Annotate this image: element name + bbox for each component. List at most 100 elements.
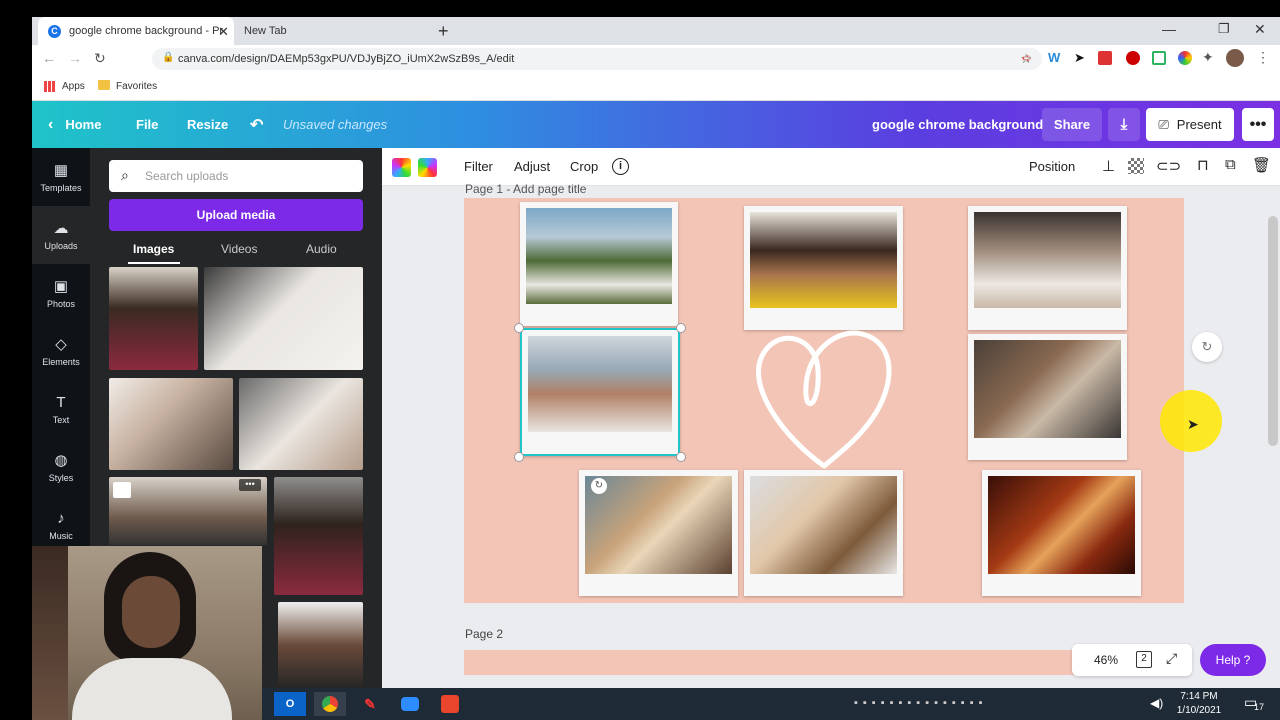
bookmark-favorites[interactable]: Favorites bbox=[116, 81, 157, 92]
minimize-icon[interactable]: — bbox=[1162, 21, 1176, 37]
camtasia-icon[interactable] bbox=[434, 692, 466, 716]
chrome-taskbar-icon[interactable] bbox=[314, 692, 346, 716]
pin-app-icon[interactable]: ✎ bbox=[354, 692, 386, 716]
crop-button[interactable]: Crop bbox=[570, 159, 598, 174]
select-checkbox[interactable] bbox=[113, 482, 131, 498]
transparency-icon[interactable] bbox=[1128, 158, 1144, 174]
extension-color-icon[interactable] bbox=[1178, 51, 1192, 65]
duplicate-icon[interactable]: ⧉ bbox=[1225, 156, 1236, 173]
lock-icon[interactable]: ⊓ bbox=[1197, 156, 1209, 174]
polaroid-frame-selected[interactable] bbox=[520, 328, 680, 456]
share-button[interactable]: Share bbox=[1042, 108, 1102, 141]
home-button[interactable]: ‹ Home bbox=[48, 101, 101, 148]
browser-tab-active[interactable]: C google chrome background - Pr ✕ bbox=[38, 17, 234, 45]
mouse-pointer-icon: ➤ bbox=[1187, 416, 1199, 432]
extension-cursor-icon[interactable]: ➤ bbox=[1074, 50, 1085, 66]
upload-thumbnail[interactable] bbox=[109, 267, 198, 370]
sidebar-item-photos[interactable]: ▣ Photos bbox=[32, 264, 90, 322]
restore-icon[interactable]: ❐ bbox=[1218, 21, 1230, 37]
back-arrow-icon[interactable]: ← bbox=[42, 50, 56, 66]
extension-arrow-icon[interactable]: ➪ bbox=[1022, 51, 1032, 65]
extension-red-icon[interactable] bbox=[1126, 51, 1140, 65]
sidebar-item-text[interactable]: T Text bbox=[32, 380, 90, 438]
upload-media-button[interactable]: Upload media bbox=[109, 199, 363, 231]
reload-icon[interactable]: ↻ bbox=[94, 50, 106, 67]
sidebar-item-templates[interactable]: ▦ Templates bbox=[32, 148, 90, 206]
upload-thumbnail[interactable] bbox=[278, 602, 363, 688]
system-tray-icons[interactable]: ▪▪▪▪▪▪▪▪▪▪▪▪▪▪▪ bbox=[854, 697, 988, 709]
thumbnail-more-icon[interactable]: ••• bbox=[239, 479, 261, 491]
url-field[interactable]: 🔒 canva.com/design/DAEMp53gxPU/VDJyBjZO_… bbox=[152, 48, 1042, 70]
help-button[interactable]: Help ? bbox=[1200, 644, 1266, 676]
page2-label[interactable]: Page 2 bbox=[465, 627, 503, 641]
canyon-photo bbox=[988, 476, 1135, 574]
adjust-button[interactable]: Adjust bbox=[514, 159, 550, 174]
tab-audio[interactable]: Audio bbox=[306, 242, 337, 256]
resize-handle[interactable] bbox=[514, 452, 524, 462]
polaroid-frame[interactable] bbox=[744, 470, 903, 596]
undo-icon[interactable]: ↶ bbox=[250, 101, 263, 148]
polaroid-frame[interactable] bbox=[744, 206, 903, 330]
polaroid-frame[interactable] bbox=[968, 334, 1127, 460]
vertical-scrollbar[interactable] bbox=[1268, 216, 1278, 446]
extensions-puzzle-icon[interactable]: ✦ bbox=[1202, 49, 1214, 66]
polaroid-frame[interactable] bbox=[520, 202, 678, 326]
trash-icon[interactable]: 🗑 bbox=[1252, 156, 1271, 174]
zoom-app-icon[interactable] bbox=[394, 692, 426, 716]
present-button[interactable]: ⎚ Present bbox=[1146, 108, 1234, 141]
polaroid-frame[interactable]: ↻ bbox=[579, 470, 738, 596]
volume-icon[interactable]: ◀) bbox=[1150, 696, 1163, 710]
upload-thumbnail[interactable] bbox=[274, 477, 363, 595]
more-options-icon[interactable]: ••• bbox=[1242, 108, 1274, 141]
resize-button[interactable]: Resize bbox=[187, 101, 228, 148]
fullscreen-icon[interactable]: ⤢ bbox=[1166, 650, 1177, 667]
polaroid-frame[interactable] bbox=[982, 470, 1141, 596]
clock-date[interactable]: 1/10/2021 bbox=[1174, 705, 1224, 716]
page-count-badge[interactable]: 2 bbox=[1136, 651, 1152, 668]
tab-images[interactable]: Images bbox=[133, 242, 174, 256]
upload-thumbnail[interactable] bbox=[109, 378, 233, 470]
outlook-icon[interactable]: O bbox=[274, 692, 306, 716]
file-menu-button[interactable]: File bbox=[136, 101, 158, 148]
extension-w-icon[interactable]: W bbox=[1048, 50, 1060, 65]
design-page[interactable]: ↻ bbox=[464, 198, 1184, 603]
extension-record-icon[interactable] bbox=[1098, 51, 1112, 65]
color-swatch-icon[interactable] bbox=[392, 158, 411, 177]
link-icon[interactable]: ⊂⊃ bbox=[1156, 157, 1181, 175]
search-uploads-input[interactable]: Search uploads bbox=[109, 160, 363, 192]
sidebar-item-styles[interactable]: ◍ Styles bbox=[32, 438, 90, 496]
profile-avatar[interactable] bbox=[1226, 49, 1244, 67]
upload-thumbnail[interactable] bbox=[239, 378, 363, 470]
tab-videos[interactable]: Videos bbox=[221, 242, 257, 256]
design-title[interactable]: google chrome background bbox=[872, 101, 1043, 148]
clock-time[interactable]: 7:14 PM bbox=[1174, 691, 1224, 702]
extension-green-icon[interactable] bbox=[1152, 51, 1166, 65]
browser-tab-new[interactable]: New Tab bbox=[234, 17, 414, 45]
close-tab-icon[interactable]: ✕ bbox=[218, 24, 229, 40]
close-window-icon[interactable]: ✕ bbox=[1254, 21, 1266, 38]
replace-image-icon[interactable]: ↻ bbox=[591, 478, 607, 494]
upload-thumbnail[interactable]: ••• bbox=[109, 477, 267, 545]
info-icon[interactable]: i bbox=[612, 158, 629, 175]
new-tab-plus-icon[interactable]: + bbox=[438, 21, 449, 42]
paint-roller-icon[interactable]: ⊥ bbox=[1102, 157, 1115, 175]
resize-handle[interactable] bbox=[676, 323, 686, 333]
rotate-icon[interactable]: ↻ bbox=[1192, 332, 1222, 362]
design-page-2[interactable] bbox=[464, 650, 1074, 675]
upload-thumbnail[interactable] bbox=[204, 267, 363, 370]
bookmark-apps[interactable]: Apps bbox=[62, 81, 85, 92]
page1-label[interactable]: Page 1 - Add page title bbox=[465, 182, 586, 196]
position-button[interactable]: Position bbox=[1029, 159, 1075, 174]
zoom-level[interactable]: 46% bbox=[1094, 653, 1118, 667]
resize-handle[interactable] bbox=[514, 323, 524, 333]
color-swatch-icon[interactable] bbox=[418, 158, 437, 177]
sidebar-item-uploads[interactable]: ☁ Uploads bbox=[32, 206, 90, 264]
chrome-menu-icon[interactable]: ⋮ bbox=[1256, 49, 1270, 66]
heart-graphic[interactable] bbox=[752, 326, 898, 474]
resize-handle[interactable] bbox=[676, 452, 686, 462]
sidebar-item-elements[interactable]: ◇ Elements bbox=[32, 322, 90, 380]
filter-button[interactable]: Filter bbox=[464, 159, 493, 174]
forward-arrow-icon[interactable]: → bbox=[68, 50, 82, 66]
polaroid-frame[interactable] bbox=[968, 206, 1127, 330]
download-icon[interactable]: ⤓ bbox=[1108, 108, 1140, 141]
